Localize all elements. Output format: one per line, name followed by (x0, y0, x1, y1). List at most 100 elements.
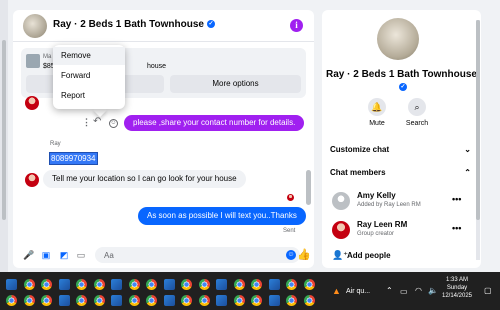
menu-item-remove[interactable]: Remove (53, 47, 125, 65)
taskbar-app-photo-icon[interactable] (268, 295, 280, 306)
page-scrollbar[interactable] (0, 0, 8, 272)
taskbar-app-chrome-icon[interactable] (181, 295, 192, 306)
chat-title[interactable]: Ray · 2 Beds 1 Bath Townhouse ✓ (53, 19, 215, 30)
volume-icon[interactable]: 🔈 (428, 286, 438, 295)
menu-item-report[interactable]: Report (53, 87, 125, 105)
listing-seller: Ma (43, 54, 52, 60)
customize-chat-row[interactable]: Customize chat ⌄ (330, 145, 473, 163)
info-scrollbar-thumb[interactable] (476, 20, 480, 220)
taskbar-app-chrome-icon[interactable] (146, 295, 157, 306)
emoji-icon[interactable]: ☺ (286, 250, 296, 260)
taskbar-app-chrome-icon[interactable] (233, 279, 245, 290)
taskbar-app-chrome-icon[interactable] (233, 295, 245, 306)
taskbar-app-chrome-icon[interactable] (23, 279, 35, 290)
taskbar-app-photo-icon[interactable] (111, 295, 122, 306)
taskbar-app-chrome-icon[interactable] (6, 295, 17, 306)
taskbar-app-chrome-icon[interactable] (251, 279, 262, 290)
taskbar-app-chrome-icon[interactable] (251, 295, 262, 306)
chat-panel: Ray · 2 Beds 1 Bath Townhouse ✓ i Ma $85 … (13, 10, 314, 268)
taskbar-app-chrome-icon[interactable] (76, 279, 87, 290)
taskbar-app-chrome-icon[interactable] (286, 279, 297, 290)
clock-day: Sunday (446, 285, 468, 291)
message-bubble-outgoing[interactable]: please ,share your contact number for de… (124, 115, 305, 131)
chat-scrollbar-thumb[interactable] (306, 170, 311, 205)
member-avatar[interactable] (332, 221, 350, 239)
info-scrollbar[interactable] (476, 20, 480, 260)
taskbar-app-photo-icon[interactable] (268, 279, 280, 290)
more-actions-icon[interactable]: ⋮ (82, 117, 91, 128)
taskbar-app-chrome-icon[interactable] (303, 279, 315, 290)
group-title: Ray · 2 Beds 1 Bath Townhouse ✓ (322, 68, 481, 94)
sticker-icon[interactable]: ◩ (59, 250, 69, 260)
microphone-icon[interactable]: 🎤 (23, 250, 34, 260)
add-person-icon: 👤⁺ (332, 250, 348, 260)
taskbar-app-photo-icon[interactable] (216, 279, 227, 290)
battery-icon[interactable]: ▭ (400, 287, 408, 296)
taskbar-app-chrome-icon[interactable] (181, 279, 192, 290)
taskbar: ▲ Air qu... ⌃ ▭ ◠ 🔈 1:33 AM Sunday 12/14… (0, 272, 500, 310)
page-scrollbar-thumb[interactable] (2, 40, 6, 220)
taskbar-app-chrome-icon[interactable] (93, 279, 105, 290)
taskbar-app-chrome-icon[interactable] (23, 295, 35, 306)
message-bubble-outgoing[interactable]: As soon as possible I will text you..Tha… (138, 207, 306, 225)
menu-item-forward[interactable]: Forward (53, 67, 125, 85)
chat-title-text: Ray · 2 Beds 1 Bath Townhouse (53, 19, 204, 30)
chevron-up-icon[interactable]: ⌃ (386, 286, 393, 295)
search-icon[interactable]: ⌕ (408, 98, 426, 116)
clock[interactable]: 1:33 AM Sunday 12/14/2025 (438, 276, 476, 300)
taskbar-app-photo-icon[interactable] (163, 279, 175, 290)
message-input[interactable]: Aa ☺ (95, 247, 300, 263)
taskbar-app-photo-icon[interactable] (216, 295, 227, 306)
chevron-up-icon: ⌃ (464, 168, 471, 177)
member-more-icon[interactable]: ••• (452, 194, 461, 204)
taskbar-app-photo-icon[interactable] (163, 295, 175, 306)
sender-avatar[interactable] (25, 173, 39, 187)
chat-members-row[interactable]: Chat members ⌃ (330, 168, 473, 186)
weather-text[interactable]: Air qu... (346, 288, 370, 295)
listing-thumbnail[interactable] (26, 54, 40, 68)
taskbar-app-chrome-icon[interactable] (146, 279, 157, 290)
message-bubble-incoming[interactable]: Tell me your location so I can go look f… (43, 170, 246, 188)
member-avatar[interactable] (332, 192, 350, 210)
image-icon[interactable]: ▣ (41, 250, 51, 260)
taskbar-app-chrome-icon[interactable] (41, 295, 52, 306)
taskbar-app-chrome-icon[interactable] (128, 279, 140, 290)
taskbar-app-chrome-icon[interactable] (286, 295, 297, 306)
like-icon[interactable]: 👍 (297, 248, 311, 261)
taskbar-app-chrome-icon[interactable] (93, 295, 105, 306)
verified-icon: ✓ (399, 83, 407, 92)
verified-icon: ✓ (206, 20, 215, 29)
member-more-icon[interactable]: ••• (452, 223, 461, 233)
member-name[interactable]: Amy Kelly (357, 191, 396, 200)
mute-label: Mute (369, 120, 385, 127)
chat-avatar[interactable] (23, 14, 47, 38)
gif-icon[interactable]: ▭ (76, 250, 86, 260)
sender-avatar[interactable] (25, 96, 39, 110)
composer: 🎤 ▣ ◩ ▭ Aa ☺ 👍 (13, 242, 314, 268)
sent-status: Sent (283, 228, 296, 234)
taskbar-app-chrome-icon[interactable] (303, 295, 315, 306)
member-name[interactable]: Ray Leen RM (357, 220, 407, 229)
wifi-icon[interactable]: ◠ (415, 286, 422, 295)
notification-icon[interactable]: ▢ (484, 286, 492, 295)
taskbar-app-photo-icon[interactable] (6, 279, 17, 290)
taskbar-app-chrome-icon[interactable] (128, 295, 140, 306)
taskbar-app-photo-icon[interactable] (111, 279, 122, 290)
reply-icon[interactable]: ↶ (93, 116, 101, 127)
add-people-button[interactable]: Add people (347, 251, 391, 260)
chat-scrollbar[interactable] (306, 100, 311, 210)
more-options-button[interactable]: More options (170, 75, 301, 93)
taskbar-app-chrome-icon[interactable] (198, 279, 210, 290)
taskbar-app-photo-icon[interactable] (58, 279, 70, 290)
message-phone-selected[interactable]: 8089970934 (49, 152, 98, 165)
bell-icon[interactable]: 🔔 (368, 98, 386, 116)
group-avatar[interactable] (377, 18, 419, 60)
taskbar-app-chrome-icon[interactable] (76, 295, 87, 306)
react-icon[interactable]: ☺ (109, 119, 118, 128)
clock-time: 1:33 AM (445, 277, 468, 283)
taskbar-app-chrome-icon[interactable] (198, 295, 210, 306)
info-icon[interactable]: i (290, 19, 303, 32)
taskbar-app-chrome-icon[interactable] (41, 279, 52, 290)
weather-icon[interactable]: ▲ (332, 286, 341, 296)
taskbar-app-photo-icon[interactable] (58, 295, 70, 306)
